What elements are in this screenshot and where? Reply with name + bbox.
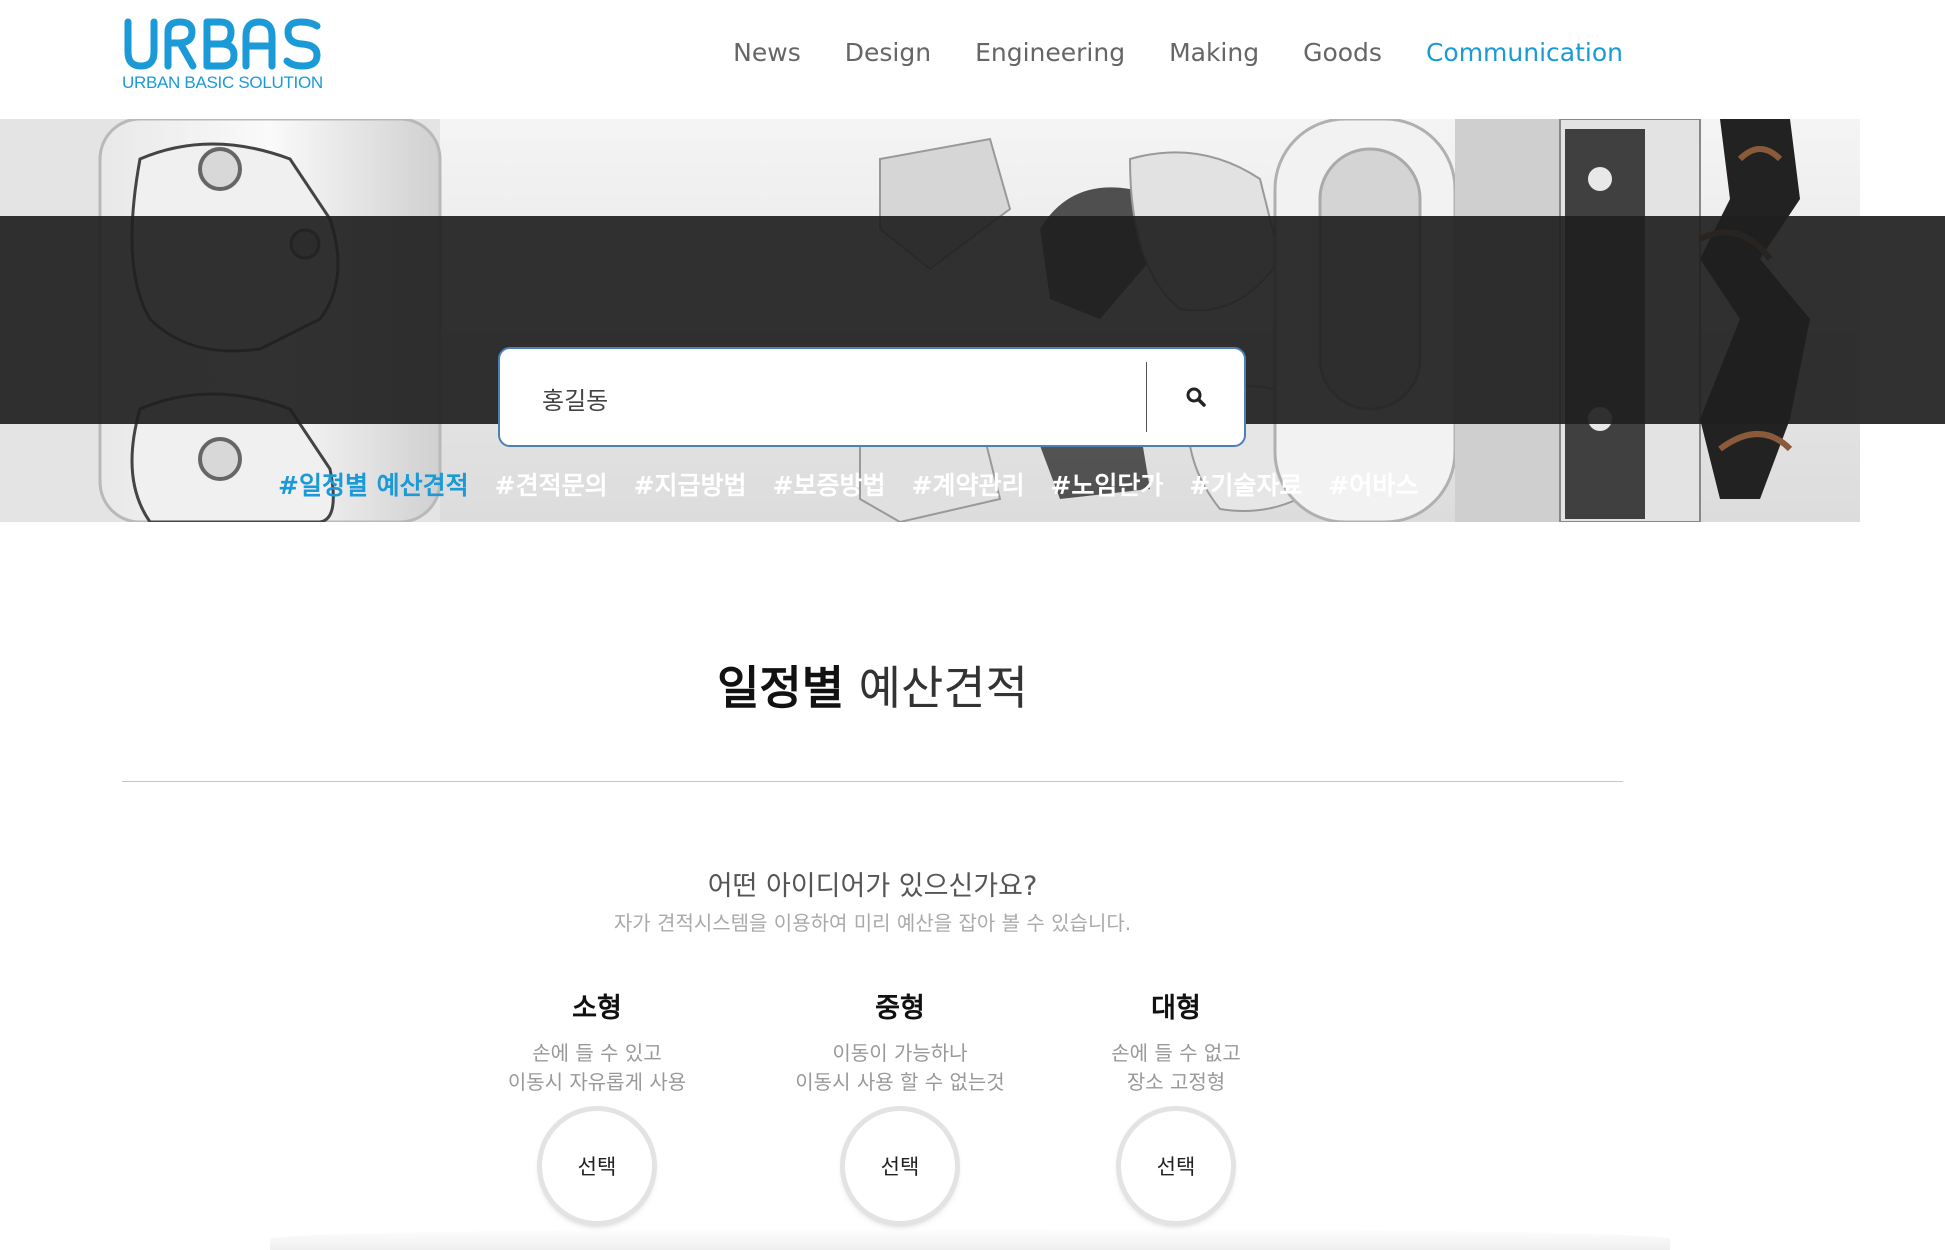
section-title: 일정별 예산견적: [0, 652, 1745, 718]
option-description: 손에 들 수 있고 이동시 자유롭게 사용: [507, 1041, 687, 1094]
option-title: 소형: [572, 993, 622, 1024]
search-icon: [1186, 387, 1206, 407]
search-box: [498, 347, 1246, 447]
option-title: 중형: [875, 993, 925, 1024]
search-button[interactable]: [1148, 349, 1246, 445]
bottom-fade: [270, 1228, 1670, 1250]
search-input[interactable]: [540, 375, 1104, 421]
hero-banner: #일정별 예산견적 #견적문의 #지급방법 #보증방법 #계약관리 #노임단가 …: [0, 119, 1945, 522]
nav-news[interactable]: News: [733, 38, 801, 67]
select-large-button[interactable]: 선택: [1121, 1111, 1231, 1221]
option-large: 대형 손에 들 수 없고 장소 고정형 선택: [1016, 986, 1336, 1221]
nav-engineering[interactable]: Engineering: [975, 38, 1125, 67]
select-small-button[interactable]: 선택: [542, 1111, 652, 1221]
hashtag-list: #일정별 예산견적 #견적문의 #지급방법 #보증방법 #계약관리 #노임단가 …: [278, 466, 1418, 502]
option-description: 이동이 가능하나 이동시 사용 할 수 없는것: [795, 1041, 1005, 1094]
nav-goods[interactable]: Goods: [1303, 38, 1382, 67]
tag-urbas[interactable]: #어바스: [1328, 466, 1418, 502]
tag-technical-data[interactable]: #기술자료: [1189, 466, 1302, 502]
option-small: 소형 손에 들 수 있고 이동시 자유롭게 사용 선택: [437, 986, 757, 1221]
nav-communication[interactable]: Communication: [1426, 38, 1623, 67]
search-divider: [1146, 362, 1147, 432]
tag-guarantee-method[interactable]: #보증방법: [773, 466, 886, 502]
logo-tagline: URBAN BASIC SOLUTION: [122, 73, 323, 92]
nav-making[interactable]: Making: [1169, 38, 1259, 67]
option-title: 대형: [1151, 993, 1201, 1024]
question-heading: 어떤 아이디어가 있으신가요?: [707, 871, 1038, 902]
main-nav: News Design Engineering Making Goods Com…: [733, 38, 1623, 67]
search-band: #일정별 예산견적 #견적문의 #지급방법 #보증방법 #계약관리 #노임단가 …: [0, 216, 1945, 500]
section-divider: [122, 781, 1623, 782]
section-title-light: 예산견적: [858, 661, 1028, 715]
site-header: URBAN BASIC SOLUTION News Design Enginee…: [0, 0, 1945, 119]
logo-wordmark: [124, 18, 321, 70]
urbas-logo[interactable]: URBAN BASIC SOLUTION: [122, 16, 332, 92]
nav-design[interactable]: Design: [845, 38, 931, 67]
option-medium: 중형 이동이 가능하나 이동시 사용 할 수 없는것 선택: [740, 986, 1060, 1221]
tag-payment-method[interactable]: #지급방법: [634, 466, 747, 502]
section-title-bold: 일정별: [717, 661, 845, 715]
tag-budget-estimate[interactable]: #일정별 예산견적: [278, 466, 469, 502]
tag-labor-cost[interactable]: #노임단가: [1050, 466, 1163, 502]
question-subtext: 자가 견적시스템을 이용하여 미리 예산을 잡아 볼 수 있습니다.: [613, 911, 1132, 935]
tag-quote-inquiry[interactable]: #견적문의: [495, 466, 608, 502]
tag-contract-management[interactable]: #계약관리: [912, 466, 1025, 502]
option-description: 손에 들 수 없고 장소 고정형: [1111, 1041, 1241, 1094]
select-medium-button[interactable]: 선택: [845, 1111, 955, 1221]
